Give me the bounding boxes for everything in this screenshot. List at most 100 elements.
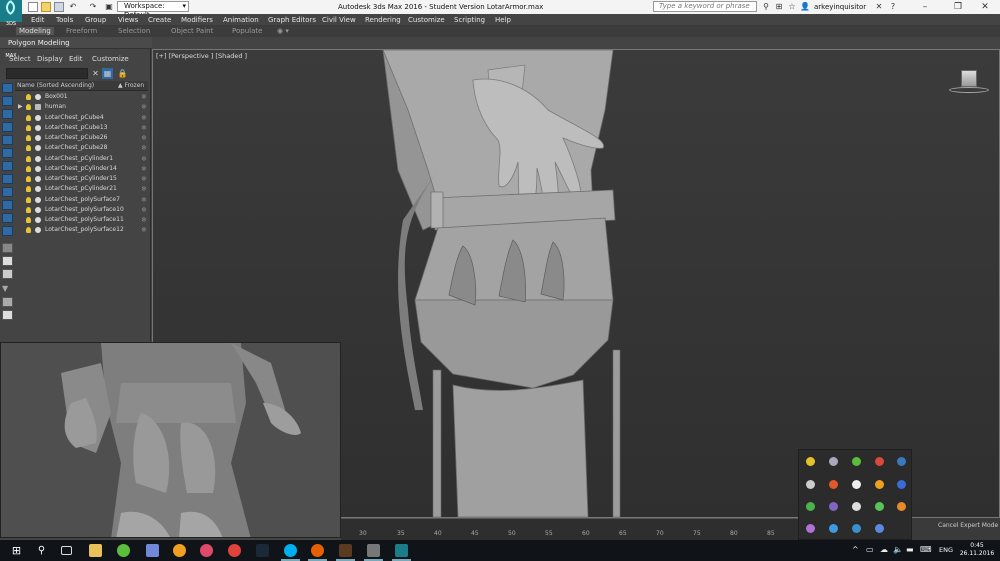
freeze-icon[interactable]: ❄ <box>141 184 147 194</box>
menu-group[interactable]: Group <box>85 16 106 24</box>
visibility-bulb-icon[interactable] <box>26 165 31 172</box>
search-icon[interactable]: ⚲ <box>35 544 48 557</box>
display-xrefs-icon[interactable] <box>2 187 13 197</box>
menu-help[interactable]: Help <box>495 16 511 24</box>
list-item[interactable]: LotarChest_pCube4 ❄ <box>15 113 148 123</box>
search-input[interactable]: Type a keyword or phrase <box>653 1 757 12</box>
save-file-icon[interactable] <box>54 2 64 12</box>
discord-icon[interactable] <box>146 544 159 557</box>
tray-app-icon-17[interactable] <box>829 524 838 533</box>
tray-app-icon-6[interactable] <box>806 480 815 489</box>
tray-app-icon-1[interactable] <box>806 457 815 466</box>
visibility-bulb-icon[interactable] <box>26 196 31 203</box>
menu-customize[interactable]: Customize <box>408 16 445 24</box>
freeze-icon[interactable]: ❄ <box>141 195 147 205</box>
music-player-icon[interactable] <box>200 544 213 557</box>
tray-app-icon-11[interactable] <box>806 502 815 511</box>
visibility-bulb-icon[interactable] <box>26 104 31 111</box>
clear-filter-icon[interactable]: ✕ <box>90 68 101 79</box>
keyboard-icon[interactable]: ⌨ <box>920 545 932 554</box>
network-icon[interactable]: ▭ <box>866 545 874 554</box>
visibility-bulb-icon[interactable] <box>26 94 31 100</box>
list-item[interactable]: LotarChest_pCylinder15 ❄ <box>15 174 148 184</box>
timeline-track-bar[interactable]: 30 35 40 45 50 55 60 65 70 75 80 85 <box>341 518 800 540</box>
tray-app-icon-7[interactable] <box>829 480 838 489</box>
freeze-icon[interactable]: ❄ <box>141 164 147 174</box>
list-item[interactable]: LotarChest_polySurface7 ❄ <box>15 195 148 205</box>
layer-toggle-icon[interactable]: ▦ <box>102 68 113 79</box>
tab-selection[interactable]: Selection <box>118 27 150 35</box>
display-helpers-icon[interactable] <box>2 148 13 158</box>
tray-app-icon-4[interactable] <box>875 457 884 466</box>
tray-app-icon-8[interactable] <box>852 480 861 489</box>
list-item[interactable]: LotarChest_pCube26 ❄ <box>15 133 148 143</box>
binoculars-icon[interactable]: ⚲ <box>761 2 771 12</box>
photo-viewer-icon[interactable] <box>364 544 383 561</box>
start-button-icon[interactable]: ⊞ <box>10 544 23 557</box>
user-icon[interactable]: 👤 <box>800 2 810 12</box>
user-account-dropdown[interactable]: arkeyinquisitor <box>814 3 866 11</box>
sort-icon[interactable] <box>2 310 13 320</box>
list-item[interactable]: LotarChest_polySurface11 ❄ <box>15 215 148 225</box>
task-view-icon[interactable] <box>61 546 72 555</box>
minimize-button[interactable]: – <box>910 0 940 14</box>
steam-icon[interactable] <box>897 457 906 466</box>
freeze-icon[interactable]: ❄ <box>141 102 147 112</box>
list-item[interactable]: ▶ human ❄ <box>15 102 148 112</box>
language-indicator[interactable]: ENG <box>939 546 953 554</box>
open-file-icon[interactable] <box>41 2 51 12</box>
tray-app-icon-12[interactable] <box>829 502 838 511</box>
taskbar-app-icon-a[interactable] <box>173 544 186 557</box>
list-item[interactable]: Box001 ❄ <box>15 92 148 102</box>
menu-rendering[interactable]: Rendering <box>365 16 401 24</box>
3dsmax-taskbar-icon[interactable] <box>392 544 411 561</box>
new-file-icon[interactable] <box>28 2 38 12</box>
visibility-bulb-icon[interactable] <box>26 124 31 131</box>
list-item[interactable]: LotarChest_pCylinder14 ❄ <box>15 164 148 174</box>
display-shapes-icon[interactable] <box>2 109 13 119</box>
display-cameras-icon[interactable] <box>2 135 13 145</box>
display-geometry-icon[interactable] <box>2 96 13 106</box>
utorrent-taskbar-icon[interactable] <box>117 544 130 557</box>
close-button[interactable]: ✕ <box>970 0 1000 14</box>
ribbon-options-icon[interactable]: ◉ ▾ <box>277 27 289 35</box>
cloud-icon[interactable] <box>829 457 838 466</box>
freeze-icon[interactable]: ❄ <box>141 143 147 153</box>
tray-app-icon-19[interactable] <box>875 524 884 533</box>
freeze-icon[interactable]: ❄ <box>141 225 147 235</box>
tray-app-icon-14[interactable] <box>875 502 884 511</box>
menu-civil-view[interactable]: Civil View <box>322 16 356 24</box>
column-name-header[interactable]: Name (Sorted Ascending) <box>17 82 94 89</box>
display-lights-icon[interactable] <box>2 122 13 132</box>
favorites-icon[interactable]: ☆ <box>787 2 797 12</box>
display-groups-icon[interactable] <box>2 174 13 184</box>
menu-tools[interactable]: Tools <box>56 16 73 24</box>
redo-icon[interactable]: ↷ <box>88 2 98 12</box>
exchange-icon[interactable]: ✕ <box>874 2 884 12</box>
menu-views[interactable]: Views <box>118 16 138 24</box>
column-frozen-header[interactable]: ▲ Frozen <box>118 82 144 89</box>
tray-app-icon-10[interactable] <box>897 480 906 489</box>
tab-populate[interactable]: Populate <box>232 27 262 35</box>
list-item[interactable]: LotarChest_pCube28 ❄ <box>15 143 148 153</box>
maximize-button[interactable]: ❐ <box>943 0 973 14</box>
display-containers-icon[interactable] <box>2 213 13 223</box>
tray-app-icon-16[interactable] <box>806 524 815 533</box>
freeze-icon[interactable]: ❄ <box>141 123 147 133</box>
show-hidden-icons-chevron-icon[interactable]: ^ <box>852 545 859 554</box>
explorer-menu-display[interactable]: Display <box>37 55 63 63</box>
undo-icon[interactable]: ↶ <box>68 2 78 12</box>
notification-icon[interactable]: ▬ <box>906 545 914 554</box>
explorer-find-input[interactable] <box>6 68 88 79</box>
skype-icon[interactable] <box>281 544 300 561</box>
taskbar-clock[interactable]: 0:45 26.11.2016 <box>958 542 996 558</box>
workspace-dropdown[interactable]: Workspace: Default▾ <box>117 1 189 19</box>
menu-graph-editors[interactable]: Graph Editors <box>268 16 316 24</box>
freeze-icon[interactable]: ❄ <box>141 215 147 225</box>
file-explorer-icon[interactable] <box>89 544 102 557</box>
help-icon[interactable]: ? <box>888 2 898 12</box>
explorer-menu-customize[interactable]: Customize <box>92 55 129 63</box>
tray-app-icon-13[interactable] <box>852 502 861 511</box>
visibility-bulb-icon[interactable] <box>26 114 31 121</box>
freeze-icon[interactable]: ❄ <box>141 205 147 215</box>
